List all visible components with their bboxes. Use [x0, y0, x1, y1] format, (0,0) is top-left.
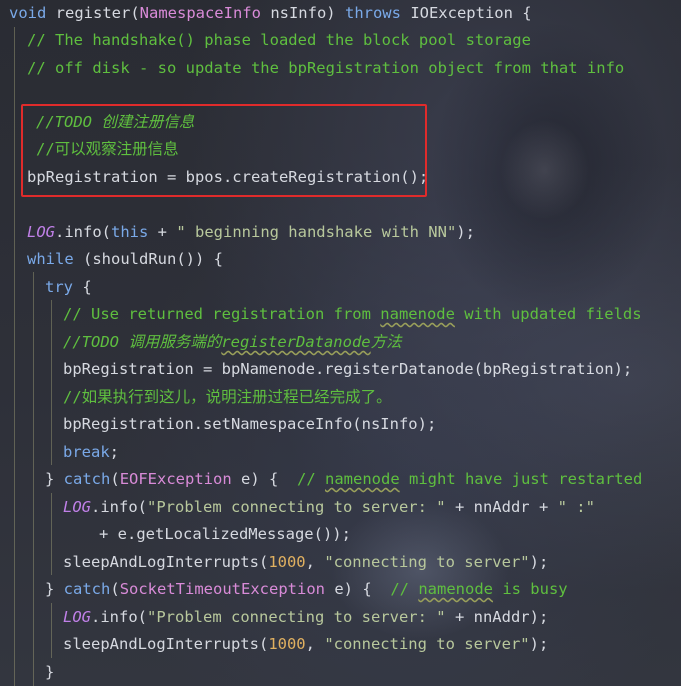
- code-text: e) {: [325, 580, 391, 598]
- code-text: e) {: [231, 470, 297, 488]
- code-line-2[interactable]: // The handshake() phase loaded the bloc…: [27, 27, 531, 54]
- code-text: (: [110, 580, 120, 598]
- code-line-16[interactable]: } catch(EOFException e) { // namenode mi…: [45, 466, 642, 493]
- comment: // Use returned registration from: [63, 305, 381, 323]
- code-text: +: [148, 223, 177, 241]
- code-line-19[interactable]: sleepAndLogInterrupts(1000, "connecting …: [63, 549, 548, 576]
- code-text: }: [45, 470, 64, 488]
- code-text: sleepAndLogInterrupts(: [63, 553, 269, 571]
- code-line-21[interactable]: LOG.info("Problem connecting to server: …: [63, 604, 548, 631]
- code-text: {: [73, 278, 92, 296]
- todo-comment: 方法: [370, 333, 402, 351]
- code-line-12[interactable]: bpRegistration = bpNamenode.registerData…: [63, 356, 632, 383]
- code-text: .info(: [55, 223, 111, 241]
- string-literal: "connecting to server": [324, 635, 530, 653]
- statement: bpRegistration.setNamespaceInfo(nsInfo);: [63, 415, 437, 433]
- comment-typo-word: registerDatanode: [221, 333, 371, 351]
- string-literal: "connecting to server": [324, 553, 530, 571]
- string-literal: " beginning handshake with NN": [176, 223, 457, 241]
- indent-guide: [51, 493, 52, 575]
- comment: //如果执行到这儿，说明注册过程已经完成了。: [63, 388, 392, 406]
- keyword: break: [63, 443, 110, 461]
- statement: bpRegistration = bpNamenode.registerData…: [63, 360, 633, 378]
- type-name: EOFException: [119, 470, 232, 488]
- code-line-13[interactable]: //如果执行到这儿，说明注册过程已经完成了。: [63, 384, 392, 411]
- background-figure-face: [500, 120, 590, 220]
- comment: with updated fields: [454, 305, 642, 323]
- indent-guide: [14, 27, 15, 686]
- closing-brace: }: [45, 663, 55, 681]
- code-line-22[interactable]: sleepAndLogInterrupts(1000, "connecting …: [63, 631, 548, 658]
- code-text: .info(: [91, 608, 147, 626]
- number-literal: 1000: [268, 635, 306, 653]
- string-literal: " :": [557, 498, 595, 516]
- field-log: LOG: [63, 608, 91, 626]
- statement: + e.getLocalizedMessage());: [99, 525, 351, 543]
- type-name: NamespaceInfo: [139, 4, 261, 22]
- code-line-17[interactable]: LOG.info("Problem connecting to server: …: [63, 494, 595, 521]
- code-text: );: [529, 635, 549, 653]
- keyword: catch: [63, 580, 111, 598]
- string-literal: "Problem connecting to server: ": [147, 498, 446, 516]
- string-literal: "Problem connecting to server: ": [147, 608, 446, 626]
- todo-comment: //TODO 调用服务端的: [63, 333, 222, 351]
- keyword: void: [9, 4, 47, 22]
- code-line-18[interactable]: + e.getLocalizedMessage());: [99, 521, 351, 548]
- method-signature: register(: [46, 4, 140, 22]
- indent-guide: [51, 300, 52, 465]
- comment-typo-word: namenode: [418, 580, 493, 598]
- code-line-1[interactable]: void register(NamespaceInfo nsInfo) thro…: [9, 0, 532, 27]
- comment-typo-word: namenode: [325, 470, 400, 488]
- field-log: LOG: [27, 223, 55, 241]
- code-line-8[interactable]: while (shouldRun()) {: [27, 246, 223, 273]
- code-line-23[interactable]: }: [45, 659, 54, 686]
- code-line-3[interactable]: // off disk - so update the bpRegistrati…: [27, 55, 624, 82]
- code-text: );: [456, 223, 475, 241]
- code-editor[interactable]: void register(NamespaceInfo nsInfo) thro…: [0, 0, 681, 686]
- comment: might have just restarted: [399, 470, 643, 488]
- code-text: (shouldRun()) {: [73, 250, 223, 268]
- keyword: throws: [344, 4, 401, 22]
- exception-type: IOException {: [400, 4, 532, 22]
- code-line-10[interactable]: // Use returned registration from nameno…: [63, 301, 642, 328]
- keyword: this: [111, 223, 149, 241]
- code-text: .info(: [91, 498, 147, 516]
- comment: is busy: [492, 580, 568, 598]
- keyword: try: [45, 278, 73, 296]
- code-line-15[interactable]: break;: [63, 439, 119, 466]
- code-text: ,: [305, 553, 325, 571]
- comment: //: [297, 470, 325, 488]
- code-text: }: [45, 580, 64, 598]
- number-literal: 1000: [268, 553, 306, 571]
- code-text: ,: [305, 635, 325, 653]
- keyword: while: [27, 250, 74, 268]
- type-name: SocketTimeoutException: [119, 580, 325, 598]
- keyword: catch: [63, 470, 111, 488]
- highlight-box: [21, 104, 427, 197]
- code-text: ;: [109, 443, 120, 461]
- code-text: (: [110, 470, 120, 488]
- indent-guide: [51, 603, 52, 658]
- code-line-20[interactable]: } catch(SocketTimeoutException e) { // n…: [45, 576, 568, 603]
- code-line-9[interactable]: try {: [45, 274, 92, 301]
- code-line-11[interactable]: //TODO 调用服务端的registerDatanode方法: [63, 329, 402, 356]
- code-text: );: [529, 553, 549, 571]
- code-line-7[interactable]: LOG.info(this + " beginning handshake wi…: [27, 219, 475, 246]
- field-log: LOG: [63, 498, 91, 516]
- code-text: sleepAndLogInterrupts(: [63, 635, 269, 653]
- indent-guide: [33, 272, 34, 686]
- comment-typo-word: namenode: [380, 305, 455, 323]
- comment: //: [390, 580, 419, 598]
- comment: // off disk - so update the bpRegistrati…: [27, 59, 625, 77]
- code-line-14[interactable]: bpRegistration.setNamespaceInfo(nsInfo);: [63, 411, 436, 438]
- code-text: + nnAddr +: [445, 498, 558, 516]
- parameter: nsInfo): [260, 4, 345, 22]
- comment: // The handshake() phase loaded the bloc…: [27, 31, 531, 49]
- code-text: + nnAddr);: [445, 608, 549, 626]
